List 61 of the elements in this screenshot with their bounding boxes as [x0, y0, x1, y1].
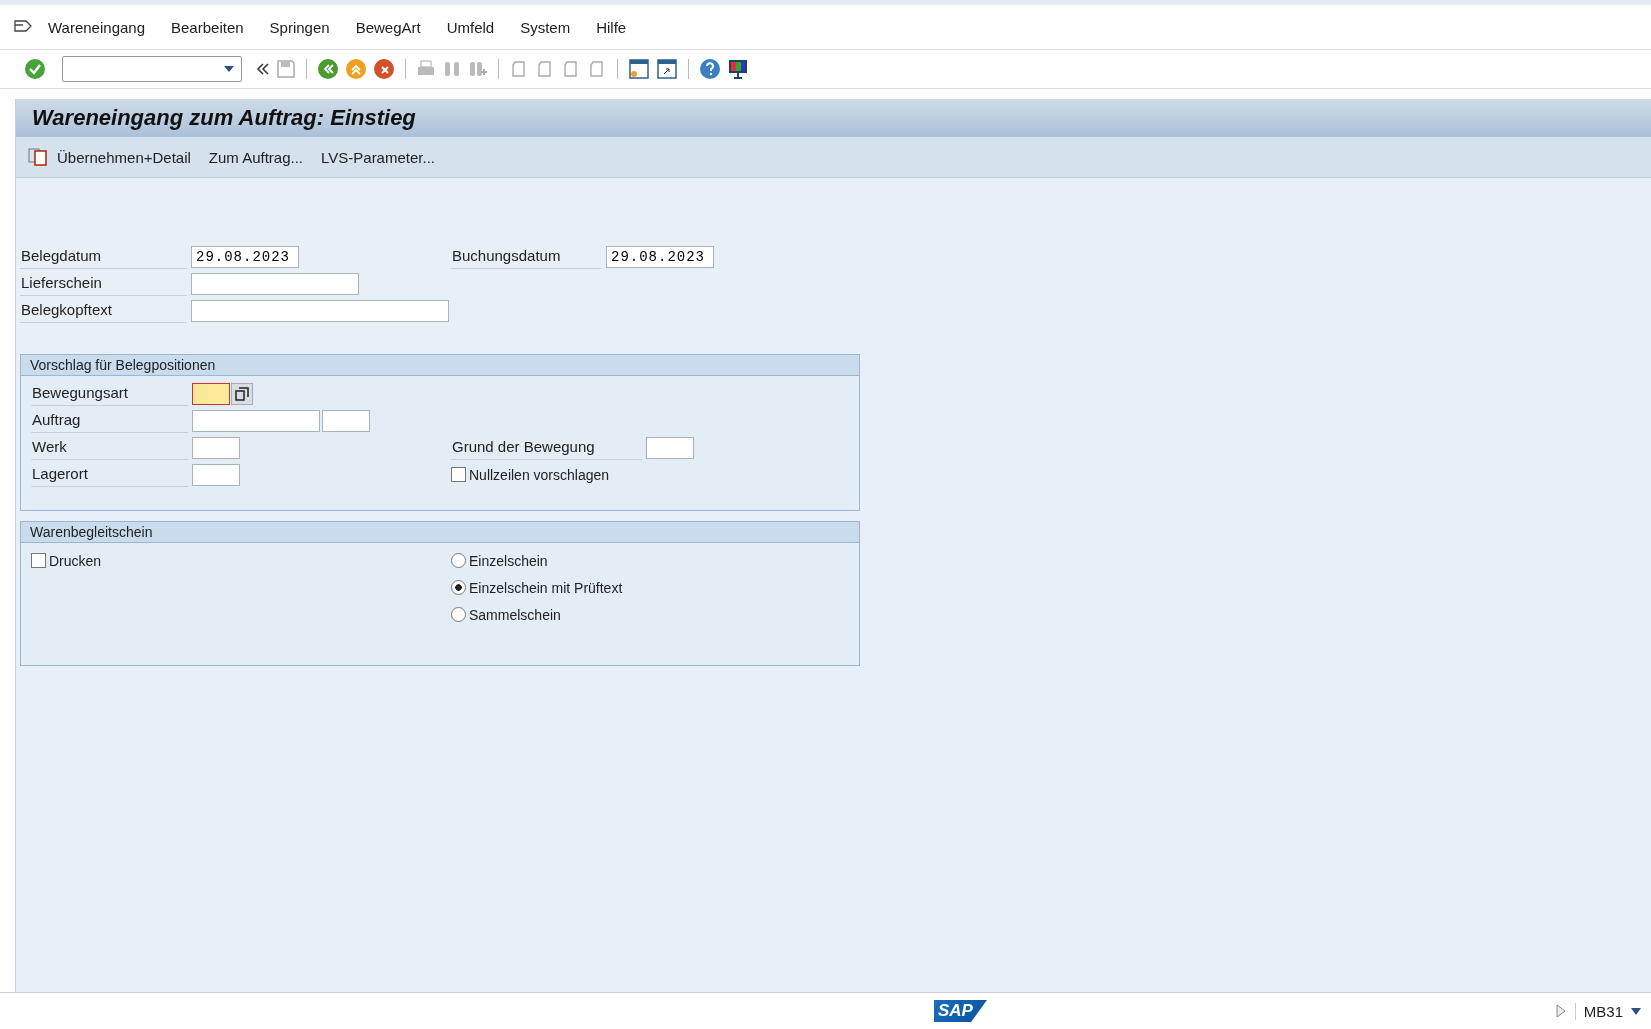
play-icon[interactable] [1554, 1003, 1567, 1019]
value-help-button[interactable] [231, 382, 253, 405]
input-field[interactable] [192, 463, 240, 486]
command-field[interactable] [62, 56, 242, 82]
exit-icon[interactable] [345, 58, 367, 80]
checkbox[interactable] [451, 467, 466, 482]
field-label: Belegdatum [20, 244, 187, 269]
input-field[interactable] [646, 436, 694, 459]
input-field[interactable] [191, 272, 359, 295]
radio-button[interactable] [451, 607, 466, 622]
menu-item[interactable]: BewegArt [355, 16, 421, 38]
input-field[interactable] [322, 409, 370, 432]
dropdown-icon[interactable] [223, 65, 235, 73]
radio-label: Einzelschein [469, 552, 548, 569]
screen-title: Wareneingang zum Auftrag: Einstieg [32, 105, 416, 131]
menu-item[interactable]: Hilfe [596, 16, 627, 38]
new-window-icon[interactable] [628, 58, 650, 80]
back-icon[interactable] [317, 58, 339, 80]
copy-icon [28, 148, 48, 166]
checkbox-label: Nullzeilen vorschlagen [469, 466, 610, 483]
dropdown-icon[interactable] [1631, 1007, 1641, 1015]
menu-icon[interactable] [14, 19, 34, 35]
sap-logo: SAP [934, 1000, 987, 1022]
field-label: Buchungsdatum [451, 244, 602, 269]
shortcut-icon[interactable] [656, 58, 678, 80]
toolbar-button[interactable]: LVS-Parameter... [312, 144, 444, 170]
radio-button[interactable] [451, 553, 466, 568]
checkbox-label: Drucken [49, 552, 102, 569]
field-label: Belegkopftext [20, 298, 187, 323]
input-field[interactable]: 29.08.2023 [606, 245, 714, 268]
menu-item[interactable]: Wareneingang [48, 16, 145, 38]
group-title: Warenbegleitschein [21, 522, 859, 543]
input-field[interactable] [192, 409, 320, 432]
input-field[interactable] [192, 382, 230, 405]
monitor-icon[interactable] [727, 58, 749, 80]
check-icon[interactable] [24, 58, 46, 80]
toolbar-button[interactable]: Zum Auftrag... [199, 144, 313, 170]
radio-button[interactable] [451, 580, 466, 595]
field-label: Werk [31, 435, 188, 460]
menu-item[interactable]: Bearbeiten [171, 16, 244, 38]
group-title: Vorschlag für Belegpositionen [21, 355, 859, 376]
radio-label: Sammelschein [469, 606, 561, 623]
field-label: Grund der Bewegung [451, 435, 642, 460]
field-label: Lieferschein [20, 271, 187, 296]
cancel-icon[interactable] [373, 58, 395, 80]
field-label: Bewegungsart [31, 381, 188, 406]
toolbar-button[interactable]: Übernehmen+Detail [48, 144, 200, 170]
transaction-code[interactable]: MB31 [1574, 1002, 1623, 1020]
field-label: Lagerort [31, 462, 188, 487]
menu-item[interactable]: Umfeld [446, 16, 495, 38]
help-icon[interactable] [699, 58, 721, 80]
radio-label: Einzelschein mit Prüftext [469, 579, 623, 596]
save-icon[interactable] [276, 59, 296, 79]
menu-item[interactable]: System [520, 16, 571, 38]
input-field[interactable] [191, 299, 449, 322]
checkbox[interactable] [31, 553, 46, 568]
collapse-icon[interactable] [256, 62, 270, 76]
menu-item[interactable]: Springen [269, 16, 330, 38]
field-label: Auftrag [31, 408, 188, 433]
input-field[interactable] [192, 436, 240, 459]
input-field[interactable]: 29.08.2023 [191, 245, 299, 268]
